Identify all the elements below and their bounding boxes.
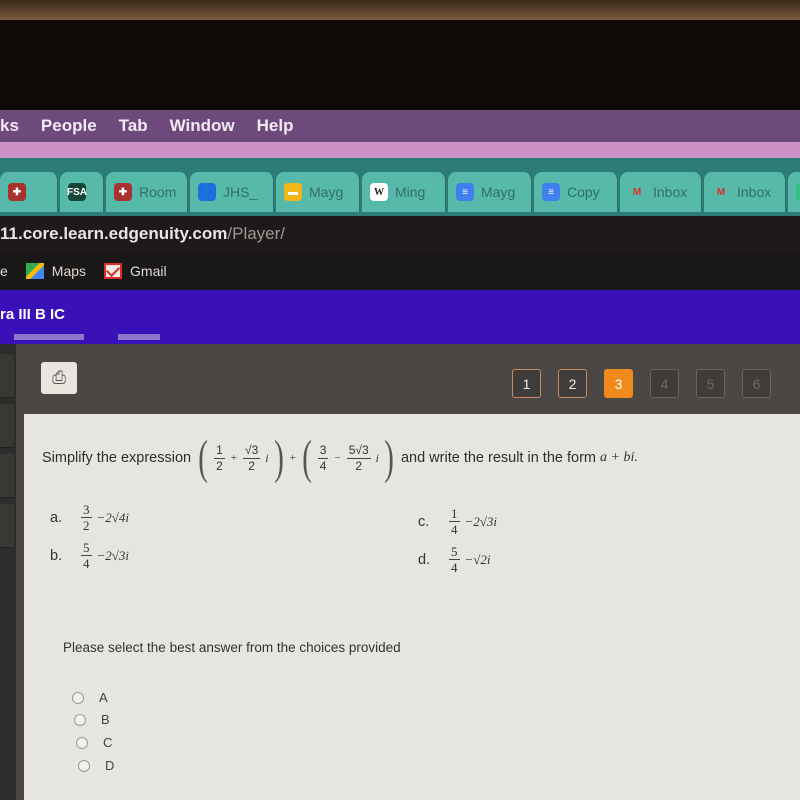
tab-label: Inbox (737, 184, 772, 200)
sidebar-button[interactable] (0, 354, 14, 398)
page-button-1[interactable]: 1 (512, 369, 541, 398)
docs-icon: ≡ (456, 183, 474, 201)
bookmark-gmail[interactable]: Gmail (104, 263, 167, 279)
choice-d: d. 54 −√2i (418, 544, 491, 575)
radio-option-b[interactable]: B (74, 712, 110, 727)
question-expression: ( 12 + √3 2 i ) + ( 34 − 5√3 2 i ) (198, 431, 394, 484)
question-suffix: and write the result in the form (400, 450, 596, 466)
menu-tab[interactable]: Tab (119, 116, 148, 136)
menu-window[interactable]: Window (170, 116, 235, 136)
page-button-5[interactable]: 5 (696, 369, 725, 398)
monitor-bezel (0, 0, 800, 20)
fraction: √3 2 (242, 442, 261, 473)
browser-tab[interactable]: W Ming (362, 172, 446, 212)
course-header: ra III B IC (0, 290, 800, 344)
choice-b: b. 54 −2√3i (50, 540, 130, 571)
monitor-bezel-dark (0, 20, 800, 110)
browser-tab[interactable]: M Inbox (704, 172, 786, 212)
radio-option-c[interactable]: C (76, 735, 112, 750)
right-paren: ) (384, 431, 394, 484)
url-text[interactable]: 11.core.learn.edgenuity.com/Player/ (0, 224, 285, 244)
print-icon: ⎙ (52, 368, 66, 387)
sidebar-button[interactable] (0, 454, 14, 498)
browser-tab[interactable]: ≡ Mayg (448, 172, 532, 212)
radio-circle[interactable] (72, 691, 84, 704)
mac-menubar: ks People Tab Window Help (0, 110, 800, 142)
fsa-icon: FSA (67, 183, 87, 201)
print-button[interactable]: ⎙ (41, 362, 77, 394)
url-path: /Player/ (227, 224, 286, 243)
browser-tab[interactable]: ✚ (0, 172, 58, 212)
browser-tab[interactable]: ≡ Copy (534, 172, 618, 212)
left-paren: ( (198, 431, 208, 484)
menu-help[interactable]: Help (257, 116, 294, 136)
bookmarks-bar: e Maps Gmail (0, 252, 800, 290)
radio-option-a[interactable]: A (72, 690, 108, 705)
browser-tab[interactable]: M Inbox (620, 172, 702, 212)
page-button-2[interactable]: 2 (558, 369, 587, 398)
tab-label: Ming (395, 184, 426, 200)
question-prefix: Simplify the expression (42, 450, 192, 466)
bookmark-label: Maps (51, 263, 87, 279)
radio-option-d[interactable]: D (78, 758, 114, 773)
tab-label: Mayg (481, 184, 516, 200)
tab-label: Mayg (309, 184, 344, 200)
maps-icon (25, 263, 44, 279)
bookmark-partial[interactable]: e (0, 263, 8, 279)
radio-circle[interactable] (74, 713, 86, 726)
page-button-6[interactable]: 6 (742, 369, 771, 398)
course-title: ra III B IC (0, 306, 66, 323)
answer-form: a + bi. (600, 450, 638, 465)
school-crest-icon: ✚ (114, 183, 132, 201)
activity-tab-partial[interactable] (118, 334, 160, 340)
wikipedia-icon: W (370, 183, 388, 201)
page-button-4[interactable]: 4 (650, 369, 679, 398)
question-page-nav: 1 2 3 4 5 6 (512, 369, 788, 398)
menu-strip (0, 142, 800, 158)
radio-circle[interactable] (78, 759, 90, 772)
gmail-icon: M (716, 186, 726, 198)
browser-tab[interactable]: ● (788, 172, 800, 212)
player-sidebar (0, 344, 16, 800)
address-bar[interactable]: 11.core.learn.edgenuity.com/Player/ (0, 216, 800, 252)
tab-label: Inbox (653, 184, 688, 200)
page-button-3[interactable]: 3 (604, 369, 633, 398)
browser-tab[interactable]: ✚ Room (106, 172, 188, 212)
question-prompt: Simplify the expression ( 12 + √3 2 i ) +… (42, 434, 638, 482)
gmail-icon: M (632, 186, 642, 198)
browser-tab[interactable]: FSA (60, 172, 104, 212)
school-crest-icon: ✚ (8, 183, 26, 201)
sidebar-button[interactable] (0, 504, 14, 548)
classroom-icon: 👤 (198, 183, 216, 201)
left-paren: ( (301, 431, 312, 484)
tab-row: ✚ FSA ✚ Room 👤 JHS_ ▬ Mayg W Ming ≡ Mayg ≡ Cop… (0, 172, 800, 216)
menu-people[interactable]: People (41, 116, 97, 136)
instructions-text: Please select the best answer from the c… (63, 640, 401, 655)
right-paren: ) (273, 431, 284, 484)
choice-a: a. 32 −2√4i (50, 502, 130, 533)
tab-label: JHS_ (223, 184, 258, 200)
green-app-icon: ● (796, 183, 800, 201)
bookmark-label: Gmail (130, 263, 167, 279)
url-host: 11.core.learn.edgenuity.com (0, 224, 228, 243)
choice-c: c. 14 −2√3i (418, 506, 498, 537)
slides-icon: ▬ (284, 183, 302, 201)
radio-circle[interactable] (76, 736, 88, 749)
gmail-icon (104, 263, 123, 279)
browser-tab[interactable]: ▬ Mayg (276, 172, 360, 212)
fraction: 5√3 2 (346, 442, 371, 473)
sidebar-button[interactable] (0, 404, 14, 448)
tab-label: Copy (567, 184, 600, 200)
activity-tab-partial[interactable] (14, 334, 84, 340)
bookmark-label: e (0, 263, 8, 279)
bookmark-maps[interactable]: Maps (25, 263, 87, 279)
fraction: 34 (317, 442, 329, 473)
browser-tab[interactable]: 👤 JHS_ (190, 172, 274, 212)
docs-icon: ≡ (542, 183, 560, 201)
fraction: 12 (214, 442, 225, 473)
tab-label: Room (139, 184, 177, 200)
menu-bookmarks[interactable]: ks (0, 116, 19, 136)
